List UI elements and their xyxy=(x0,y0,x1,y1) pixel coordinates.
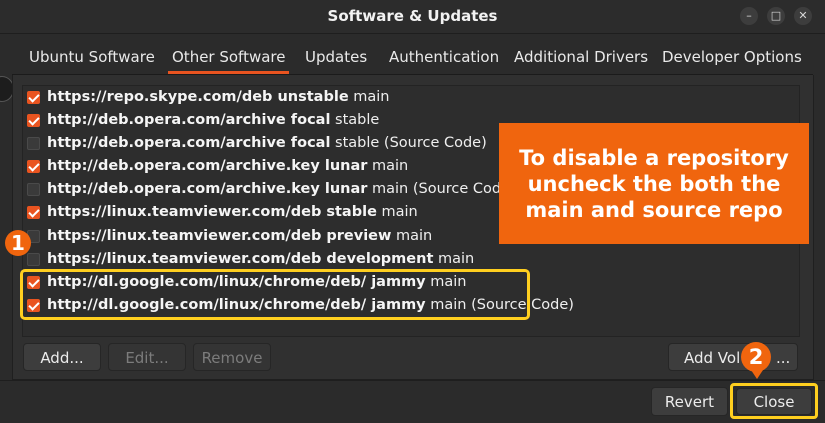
source-label: http://deb.opera.com/archive.key lunar m… xyxy=(47,155,408,178)
source-component: stable xyxy=(330,112,380,128)
source-url: http://deb.opera.com/archive.key lunar xyxy=(47,181,368,197)
source-checkbox[interactable] xyxy=(27,114,40,127)
source-url: http://deb.opera.com/archive focal xyxy=(47,135,331,151)
source-component: main xyxy=(391,228,433,244)
source-component: stable (Source Code) xyxy=(330,135,487,151)
tab-additional-drivers[interactable]: Additional Drivers xyxy=(514,41,648,75)
source-label: https://repo.skype.com/deb unstable main xyxy=(47,86,390,109)
source-url: https://repo.skype.com/deb unstable xyxy=(47,89,349,105)
source-component: main xyxy=(367,158,409,174)
source-url: http://deb.opera.com/archive.key lunar xyxy=(47,158,368,174)
highlight-google-repos xyxy=(20,269,530,320)
add-button[interactable]: Add... xyxy=(23,343,101,371)
source-component: main (Source Code) xyxy=(367,181,516,197)
tab-bar: Ubuntu Software Other Software Updates A… xyxy=(12,41,813,75)
edit-button[interactable]: Edit... xyxy=(108,343,186,371)
source-label: https://linux.teamviewer.com/deb stable … xyxy=(47,201,418,224)
source-label: http://deb.opera.com/archive focal stabl… xyxy=(47,132,487,155)
close-icon[interactable]: ✕ xyxy=(794,7,812,25)
source-checkbox[interactable] xyxy=(27,160,40,173)
source-checkbox[interactable] xyxy=(27,137,40,150)
tab-ubuntu-software[interactable]: Ubuntu Software xyxy=(29,41,155,75)
source-url: http://deb.opera.com/archive focal xyxy=(47,112,331,128)
source-url: https://linux.teamviewer.com/deb stable xyxy=(47,204,377,220)
footer-divider xyxy=(0,380,825,381)
list-item[interactable]: https://linux.teamviewer.com/deb develop… xyxy=(23,248,723,271)
tab-authentication[interactable]: Authentication xyxy=(389,41,499,75)
source-checkbox[interactable] xyxy=(27,206,40,219)
source-label: https://linux.teamviewer.com/deb preview… xyxy=(47,225,432,248)
step-badge-2: 2 xyxy=(741,342,771,372)
source-checkbox[interactable] xyxy=(27,253,40,266)
window-title: Software & Updates xyxy=(327,7,498,25)
tab-developer-options[interactable]: Developer Options xyxy=(662,41,802,75)
minimize-icon[interactable]: – xyxy=(740,7,758,25)
instruction-callout: To disable a repository uncheck the both… xyxy=(499,123,809,244)
add-volume-label: Add Vol xyxy=(684,349,741,367)
title-bar: Software & Updates – □ ✕ xyxy=(0,0,825,33)
add-volume-label-tail: ... xyxy=(776,349,791,367)
source-label: http://deb.opera.com/archive.key lunar m… xyxy=(47,178,516,201)
title-divider xyxy=(0,33,825,34)
maximize-icon[interactable]: □ xyxy=(767,7,785,25)
source-checkbox[interactable] xyxy=(27,183,40,196)
source-url: https://linux.teamviewer.com/deb preview xyxy=(47,228,392,244)
tab-other-software[interactable]: Other Software xyxy=(167,41,290,75)
source-label: https://linux.teamviewer.com/deb develop… xyxy=(47,248,474,271)
badge-pointer xyxy=(751,370,763,379)
list-item[interactable]: https://repo.skype.com/deb unstable main xyxy=(23,86,723,109)
source-component: main xyxy=(433,251,475,267)
source-label: http://deb.opera.com/archive focal stabl… xyxy=(47,109,379,132)
source-checkbox[interactable] xyxy=(27,91,40,104)
source-component: main xyxy=(348,89,390,105)
source-component: main xyxy=(376,204,418,220)
revert-button[interactable]: Revert xyxy=(651,387,728,416)
add-volume-button[interactable]: Add Vol... xyxy=(668,343,798,371)
step-badge-1: 1 xyxy=(5,230,31,256)
tab-updates[interactable]: Updates xyxy=(305,41,367,75)
source-url: https://linux.teamviewer.com/deb develop… xyxy=(47,251,434,267)
remove-button[interactable]: Remove xyxy=(193,343,271,371)
highlight-close-button xyxy=(730,383,818,419)
